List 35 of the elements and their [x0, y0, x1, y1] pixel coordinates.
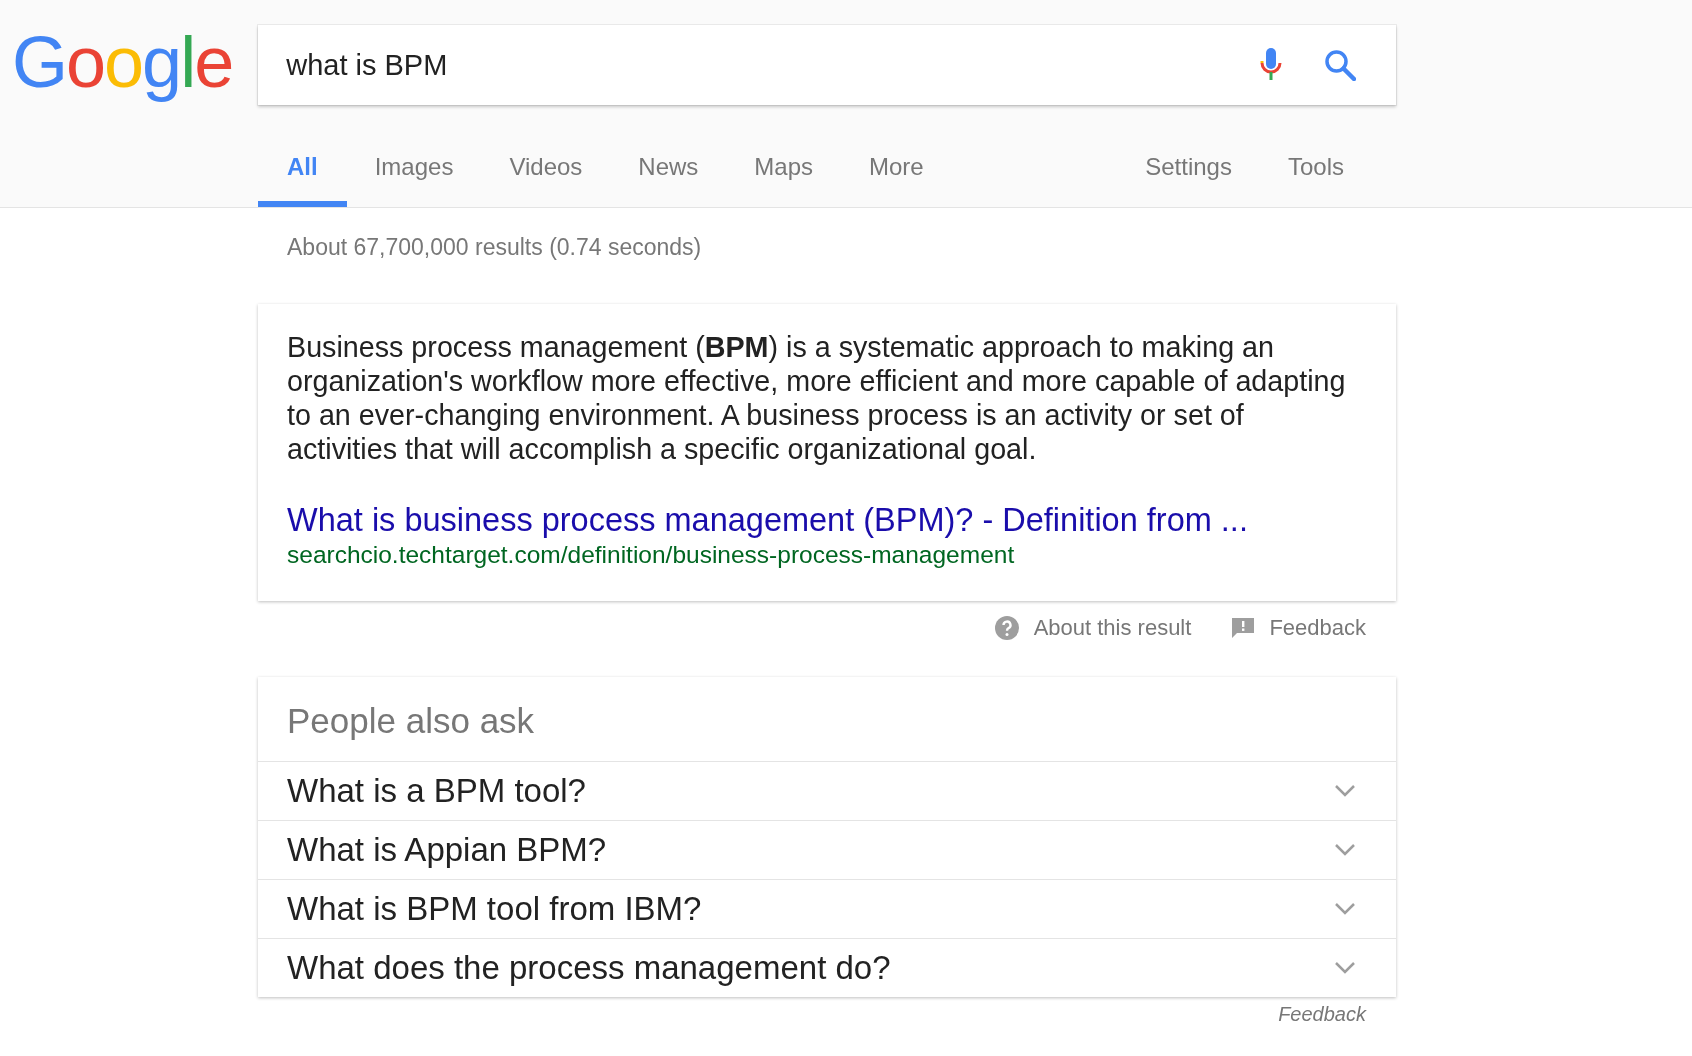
google-logo[interactable]: Google	[8, 17, 237, 107]
help-icon[interactable]	[993, 615, 1020, 641]
tab[interactable]: Videos	[481, 153, 611, 207]
microphone-icon[interactable]	[1260, 48, 1283, 82]
feedback-link[interactable]: Feedback	[1269, 615, 1366, 641]
search-field[interactable]: what is BPM	[286, 48, 1261, 82]
tab[interactable]: Tools	[1259, 153, 1372, 207]
result-link[interactable]: What is business process management (BPM)? - Definition from ...	[287, 502, 1356, 539]
chevron-icon[interactable]	[1334, 961, 1356, 975]
question-row[interactable]: What is Appian BPM?	[258, 821, 1396, 880]
chevron-icon[interactable]	[1334, 843, 1356, 857]
question-row[interactable]: What is a BPM tool?	[258, 762, 1396, 821]
question-text: What is BPM tool from IBM?	[287, 890, 702, 928]
question-row[interactable]: What does the process management do?	[258, 939, 1396, 997]
result-stats: About 67,700,000 results (0.74 seconds)	[286, 233, 703, 262]
search-box[interactable]: what is BPM	[258, 25, 1397, 105]
about-result-link[interactable]: About this result	[1033, 615, 1192, 641]
search-icon[interactable]	[1324, 49, 1357, 81]
question-text: What is a BPM tool?	[287, 772, 586, 810]
tab[interactable]: More	[841, 153, 952, 207]
tab[interactable]: News	[610, 153, 727, 207]
question-row[interactable]: What is BPM tool from IBM?	[258, 880, 1396, 939]
tab[interactable]: All	[258, 153, 347, 207]
tab[interactable]: Settings	[1117, 153, 1260, 207]
tab[interactable]: Images	[346, 153, 482, 207]
question-text: What does the process management do?	[287, 949, 891, 987]
feedback-link[interactable]: Feedback	[1278, 1003, 1366, 1026]
chevron-icon[interactable]	[1334, 784, 1356, 798]
feedback-icon[interactable]	[1231, 617, 1256, 639]
question-text: What is Appian BPM?	[287, 831, 607, 869]
chevron-icon[interactable]	[1334, 902, 1356, 916]
tab[interactable]: Maps	[726, 153, 842, 207]
section-title: People also ask	[258, 677, 1396, 762]
snippet-text: Business process management (BPM) is a systematic approach to making an organization's workflow more effective, more efficient and more capable of adapting to an ever-changing environment. A business process is an activity or set of activities that will accomplish a specific organizational goal.	[287, 330, 1347, 466]
result-url: searchcio.techtarget.com/definition/business-process-management	[287, 541, 1016, 569]
